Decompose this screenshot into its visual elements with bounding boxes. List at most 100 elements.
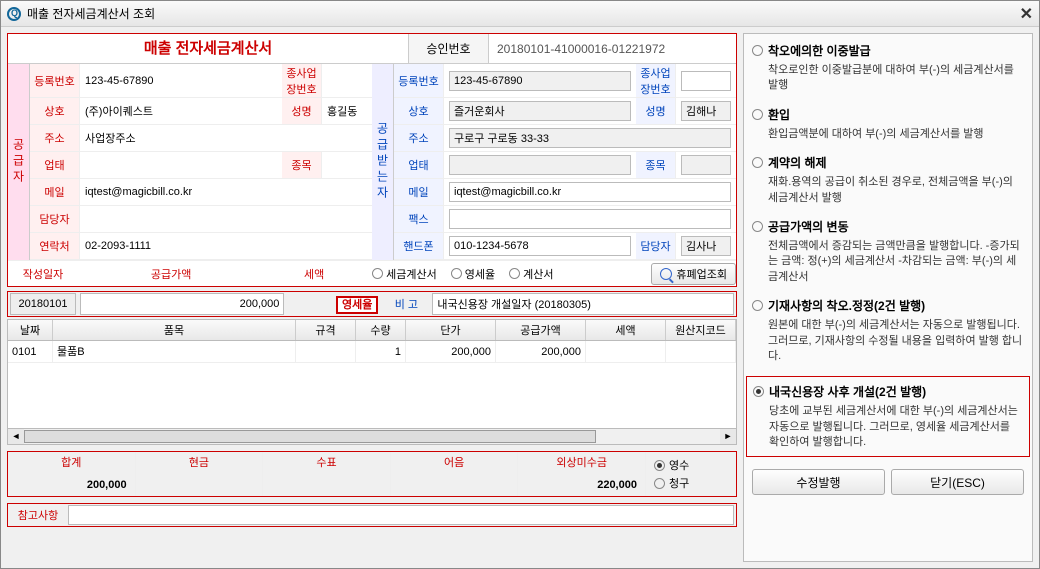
app-icon [7,7,21,21]
supplier-addr-label: 주소 [30,125,80,151]
radio-zero-rate[interactable]: 영세율 [451,266,495,282]
col-tax: 세액 [586,320,666,340]
scroll-left-icon[interactable]: ◄ [8,429,24,444]
radio-icon [753,386,764,397]
table-row[interactable]: 0101물품B1200,000200,000 [8,341,736,363]
biz-status-lookup-button[interactable]: 휴폐업조회 [651,263,736,285]
supplier-reg-label: 등록번호 [30,64,80,97]
supplier-mgr-label: 담당자 [30,206,80,232]
buyer-mgr-label: 담당자 [636,233,676,259]
sum-credit-label: 외상미수금 [518,452,646,474]
correction-option-2[interactable]: 계약의 해제재화.용역의 공급이 취소된 경우로, 전체금액을 부(-)의 세금… [752,154,1024,206]
horizontal-scrollbar[interactable]: ◄ ► [7,429,737,445]
sum-note-label: 어음 [391,452,519,474]
buyer-sub-label: 종사업장번호 [636,64,676,97]
buyer-cell-label: 핸드폰 [394,233,444,259]
correction-option-3[interactable]: 공급가액의 변동전체금액에서 증감되는 금액만큼을 발행합니다. -증가되는 금… [752,218,1024,285]
supplier-item-label: 종목 [282,152,322,178]
close-button[interactable]: 닫기(ESC) [891,469,1024,495]
correction-option-0[interactable]: 착오에의한 이중발급착오로인한 이중발급분에 대하여 부(-)의 세금계산서를 … [752,42,1024,94]
buyer-addr-input[interactable] [449,128,731,148]
supplier-sub-label: 종사업장번호 [282,64,322,97]
option-desc: 전체금액에서 증감되는 금액만큼을 발행합니다. -증가되는 금액: 정(+)의… [752,239,1024,285]
radio-icon [752,300,763,311]
buyer-side-label: 공급받는자 [372,64,394,260]
write-date-input[interactable] [10,293,76,315]
buyer-item-input[interactable] [681,155,731,175]
buyer-biz-input[interactable] [449,155,631,175]
buyer-biz-label: 업태 [394,152,444,178]
window-title: 매출 전자세금계산서 조회 [27,5,155,22]
radio-icon [752,221,763,232]
radio-icon [752,109,763,120]
supplier-item [322,152,372,178]
buyer-mail-label: 메일 [394,179,444,205]
scroll-thumb[interactable] [24,430,596,443]
supplier-ceo: 홍길동 [322,98,372,124]
correction-option-5[interactable]: 내국신용장 사후 개설(2건 발행)당초에 교부된 세금계산서에 대한 부(-)… [746,376,1030,457]
sum-cash-label: 현금 [136,452,264,474]
doc-supply-label: 공급가액 [78,266,264,282]
buyer-name-input[interactable] [449,101,631,121]
doc-tax-label: 세액 [264,266,364,282]
buyer-ceo-input[interactable] [681,101,731,121]
col-origin: 원산지코드 [666,320,736,340]
buyer-addr-label: 주소 [394,125,444,151]
supplier-side-label: 공급자 [8,64,30,260]
option-desc: 당초에 교부된 세금계산서에 대한 부(-)의 세금계산서는 자동으로 발행됩니… [753,404,1023,450]
doc-date-label: 작성일자 [8,266,78,282]
supplier-biz [80,152,282,178]
radio-tax-invoice[interactable]: 세금계산서 [372,266,437,282]
sum-total-label: 합계 [8,452,136,474]
radio-receipt[interactable]: 영수 [654,457,736,473]
sum-credit: 220,000 [518,474,646,496]
zero-rate-tag: 영세율 [336,296,378,314]
supplier-name: (주)아이퀘스트 [80,98,282,124]
supplier-sub [322,64,372,97]
document-title: 매출 전자세금계산서 [8,34,408,63]
radio-icon [752,45,763,56]
col-price: 단가 [406,320,496,340]
correction-option-1[interactable]: 환입환입금액분에 대하여 부(-)의 세금계산서를 발행 [752,106,1024,142]
buyer-mail-input[interactable] [449,182,731,202]
buyer-mgr-input[interactable] [681,236,731,256]
scroll-right-icon[interactable]: ► [720,429,736,444]
supplier-mgr [80,206,372,232]
sum-cash [136,474,264,496]
note-input[interactable] [68,505,734,525]
correction-option-4[interactable]: 기재사항의 착오.정정(2건 발행)원본에 대한 부(-)의 세금계산서는 자동… [752,297,1024,364]
buyer-fax-input[interactable] [449,209,731,229]
option-desc: 재화.용역의 공급이 취소된 경우로, 전체금액을 부(-)의 세금계산서 발행 [752,175,1024,206]
close-icon[interactable]: ✕ [1020,4,1033,24]
buyer-fax-label: 팩스 [394,206,444,232]
sum-total: 200,000 [8,474,136,496]
col-supply: 공급가액 [496,320,586,340]
supplier-biz-label: 업태 [30,152,80,178]
supply-amount-input[interactable] [80,293,284,315]
supplier-name-label: 상호 [30,98,80,124]
radio-charge[interactable]: 청구 [654,475,736,491]
option-desc: 환입금액분에 대하여 부(-)의 세금계산서를 발행 [752,127,1024,142]
note-label: 참고사항 [8,507,68,523]
supplier-addr: 사업장주소 [80,125,372,151]
sum-check-label: 수표 [263,452,391,474]
buyer-ceo-label: 성명 [636,98,676,124]
sum-check [263,474,391,496]
radio-invoice[interactable]: 계산서 [509,266,553,282]
buyer-reg-input[interactable] [449,71,631,91]
buyer-name-label: 상호 [394,98,444,124]
supplier-reg: 123-45-67890 [80,64,282,97]
approval-label: 승인번호 [408,34,488,63]
col-item: 품목 [53,320,296,340]
supplier-tel: 02-2093-1111 [80,233,372,259]
option-desc: 착오로인한 이중발급분에 대하여 부(-)의 세금계산서를 발행 [752,63,1024,94]
col-spec: 규격 [296,320,356,340]
remark-label: 비 고 [382,296,430,312]
issue-correction-button[interactable]: 수정발행 [752,469,885,495]
sum-note [391,474,519,496]
search-icon [660,268,672,280]
buyer-sub-input[interactable] [681,71,731,91]
buyer-reg-label: 등록번호 [394,64,444,97]
remark-input[interactable] [432,293,734,315]
buyer-cell-input[interactable] [449,236,631,256]
